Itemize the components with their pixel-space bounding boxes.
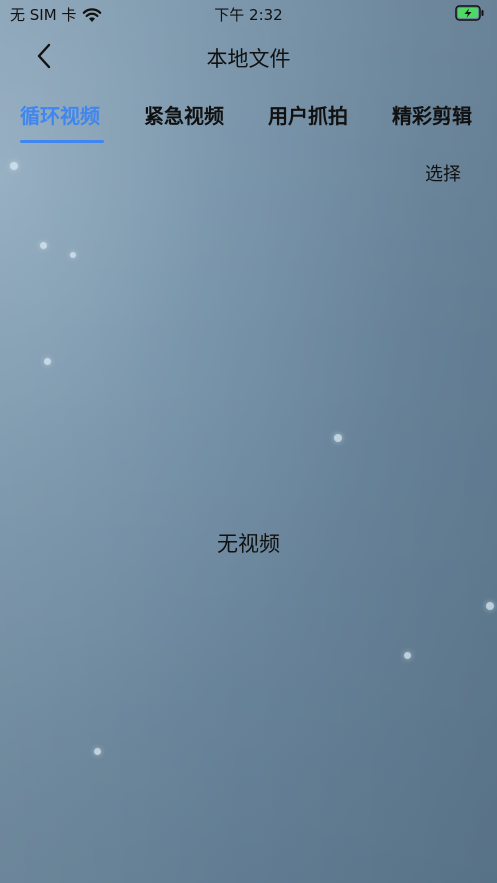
background-particle	[44, 358, 51, 365]
background-particle	[334, 434, 342, 442]
background-particle	[404, 652, 411, 659]
tab-highlight-clips[interactable]: 精彩剪辑	[392, 100, 472, 129]
background-particle	[10, 162, 18, 170]
empty-state-message: 无视频	[217, 532, 280, 556]
tab-loop-video[interactable]: 循环视频	[20, 100, 100, 129]
tab-user-snapshot[interactable]: 用户抓拍	[268, 100, 348, 129]
status-bar: 无 SIM 卡 下午 2:32	[0, 0, 497, 28]
background-particle	[70, 252, 76, 258]
tab-emergency-video[interactable]: 紧急视频	[144, 100, 224, 129]
background-particle	[40, 242, 47, 249]
navigation-bar: 本地文件	[0, 34, 497, 78]
battery-charging-icon	[455, 5, 484, 21]
page-title: 本地文件	[206, 47, 291, 71]
select-button[interactable]: 选择	[425, 160, 461, 186]
active-tab-indicator	[20, 140, 104, 143]
status-time: 下午 2:32	[214, 6, 283, 24]
background-particle	[486, 602, 494, 610]
tab-bar: 循环视频 紧急视频 用户抓拍 精彩剪辑	[0, 96, 497, 146]
background-particle	[94, 748, 101, 755]
